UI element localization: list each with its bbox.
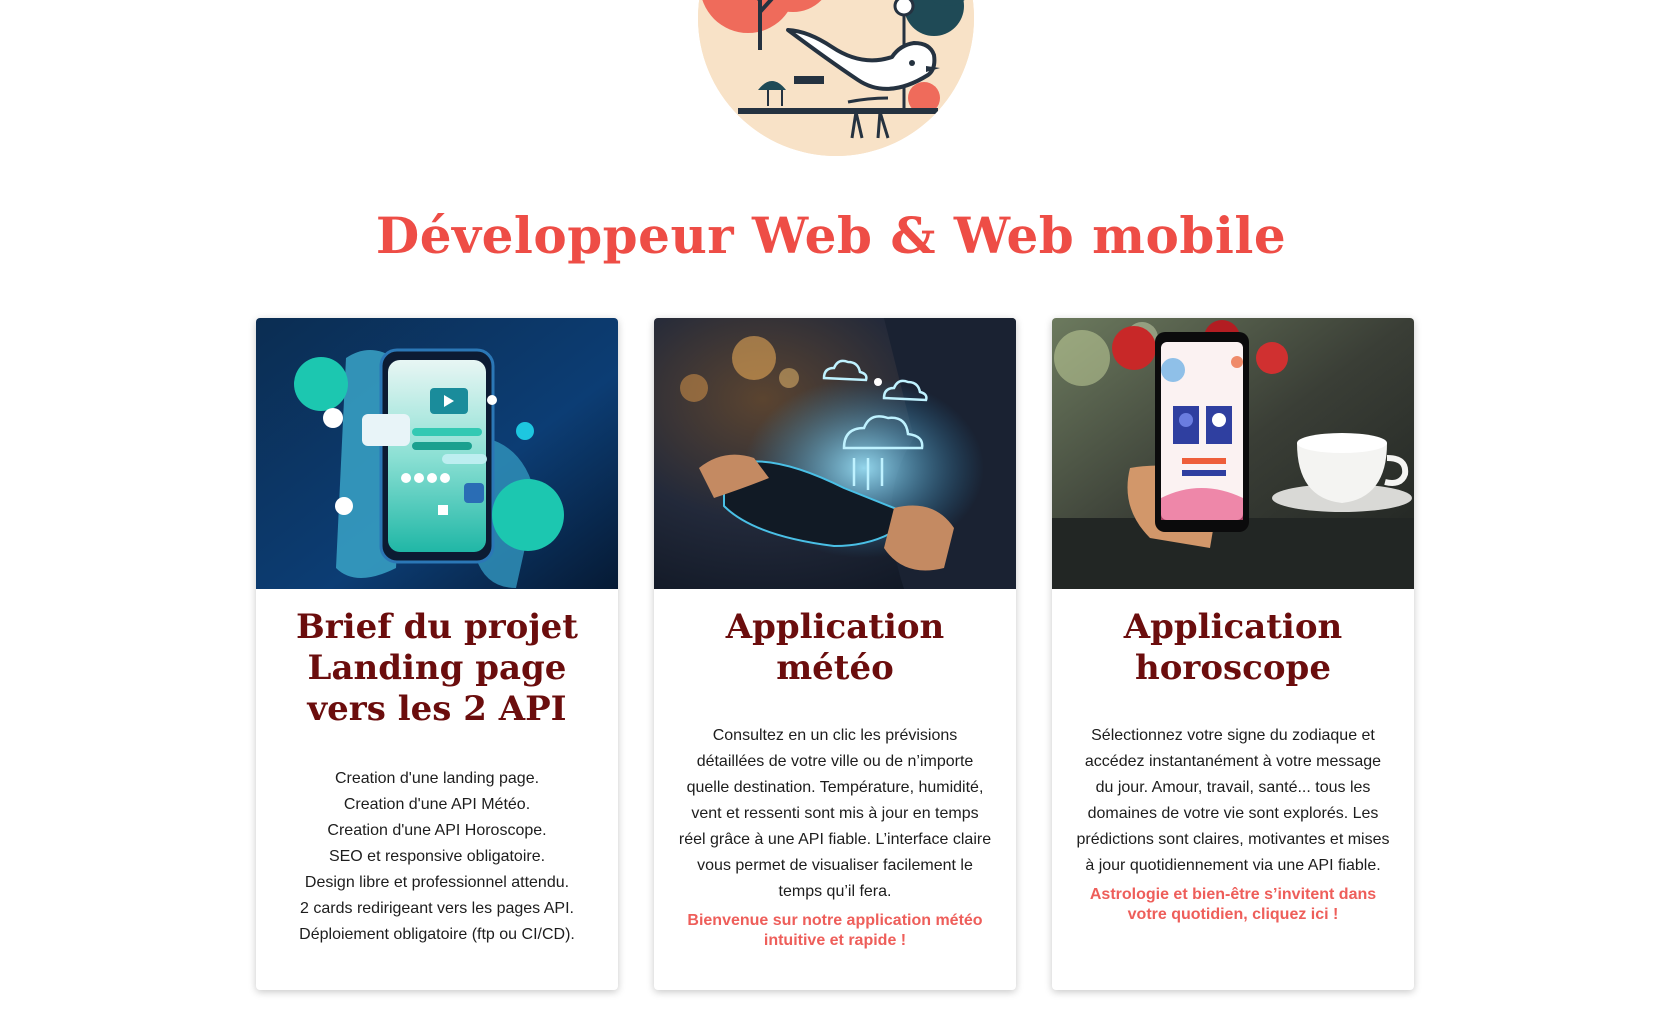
card-brief-list: Creation d'une landing page. Creation d'… [276,766,598,948]
bird-logo-icon[interactable] [698,0,974,156]
horoscope-cta-link[interactable]: Astrologie et bien-être s’invitent dans … [1076,885,1390,925]
list-item: SEO et responsive obligatoire. [328,848,546,865]
card-title-line: Application [725,607,945,647]
list-item: Creation d'une landing page. [334,770,540,787]
list-item: Creation d'une API Météo. [343,796,531,813]
list-item: Design libre et professionnel attendu. [304,874,570,891]
weather-cloud-image [654,318,1016,589]
weather-cta-link[interactable]: Bienvenue sur notre application météo in… [678,911,992,951]
card-title-line: météo [776,648,894,688]
card-title-line: Landing page [307,648,567,688]
card-title: Application horoscope [1076,607,1390,689]
page: Développeur Web & Web mobile Brief du pr… [0,0,1662,1016]
list-item: 2 cards redirigeant vers les pages API. [300,900,574,917]
card-title: Application météo [678,607,992,689]
list-item: Creation d'une API Horoscope. [327,822,547,839]
card-description: Sélectionnez votre signe du zodiaque et … [1076,727,1390,874]
card-description: Consultez en un clic les prévisions déta… [678,727,992,900]
horoscope-app-card[interactable]: Application horoscope Sélectionnez votre… [1052,318,1414,990]
card-title-line: Application [1123,607,1343,647]
card-title-line: Brief du projet [296,607,578,647]
card-title-line: vers les 2 API [307,689,567,729]
card-title: Brief du projet Landing page vers les 2 … [280,607,594,730]
project-brief-card[interactable]: Brief du projet Landing page vers les 2 … [256,318,618,990]
horoscope-phone-image [1052,318,1414,589]
card-title-line: horoscope [1135,648,1331,688]
phone-app-image [256,318,618,589]
weather-app-card[interactable]: Application météo Consultez en un clic l… [654,318,1016,990]
page-title: Développeur Web & Web mobile [375,206,1287,265]
list-item: Déploiement obligatoire (ftp ou CI/CD). [299,926,575,943]
